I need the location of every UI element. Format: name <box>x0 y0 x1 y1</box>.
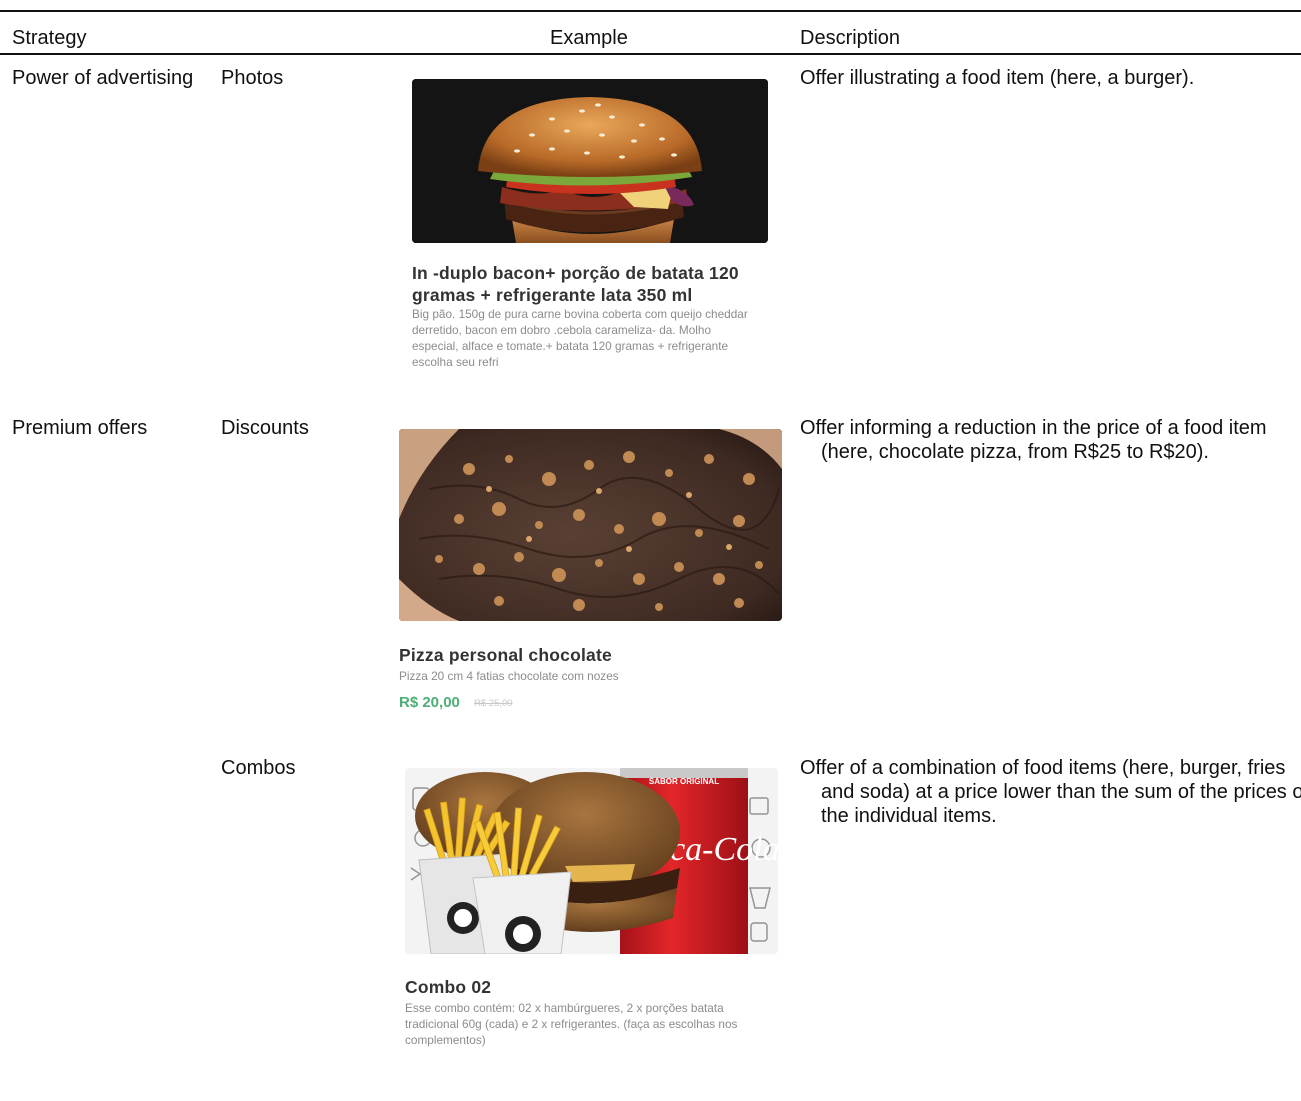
pizza-illustration <box>399 429 782 621</box>
row-description: Offer illustrating a food item (here, a … <box>800 67 1195 89</box>
row-strategy: Power of advertising <box>12 67 194 89</box>
header-strategy: Strategy <box>12 27 87 49</box>
offer-card-burger: In -duplo bacon+ porção de batata 120 gr… <box>412 79 772 374</box>
offer-card-description: Pizza 20 cm 4 fatias chocolate com nozes <box>399 669 619 683</box>
offer-card-title: Combo 02 <box>405 977 492 997</box>
row-subcategory: Photos <box>221 67 284 89</box>
offer-card-description: Esse combo contém: 02 x hambúrgueres, 2 … <box>405 1001 738 1047</box>
original-price: R$ 25,00 <box>474 698 513 709</box>
can-label: SABOR ORIGINAL <box>649 777 719 786</box>
discount-price: R$ 20,00 <box>399 694 460 711</box>
offer-card-title: Pizza personal chocolate <box>399 645 612 665</box>
offer-card-description: Big pão. 150g de pura carne bovina cober… <box>412 307 748 369</box>
offer-card-combo: SABOR ORIGINAL Coca-Cola Combo 02 Esse c… <box>405 768 785 1058</box>
header-description: Description <box>800 27 901 49</box>
row-subcategory: Discounts <box>221 417 309 439</box>
row-description: Offer of a combination of food items (he… <box>800 757 1301 827</box>
burger-illustration <box>412 79 768 243</box>
row-subcategory: Combos <box>221 757 296 779</box>
offer-card-title: In -duplo bacon+ porção de batata 120 gr… <box>412 263 739 305</box>
chocolate-pizza-photo <box>399 429 782 621</box>
burger-photo <box>412 79 768 243</box>
combo-photo: SABOR ORIGINAL Coca-Cola <box>405 768 778 954</box>
table-top-rule <box>0 10 1301 12</box>
row-description: Offer informing a reduction in the price… <box>800 417 1267 463</box>
combo-illustration: SABOR ORIGINAL Coca-Cola <box>405 768 778 954</box>
header-example: Example <box>550 27 628 49</box>
table-header-rule <box>0 53 1301 55</box>
row-strategy: Premium offers <box>12 417 148 439</box>
offer-card-pizza: Pizza personal chocolate Pizza 20 cm 4 f… <box>399 429 789 719</box>
